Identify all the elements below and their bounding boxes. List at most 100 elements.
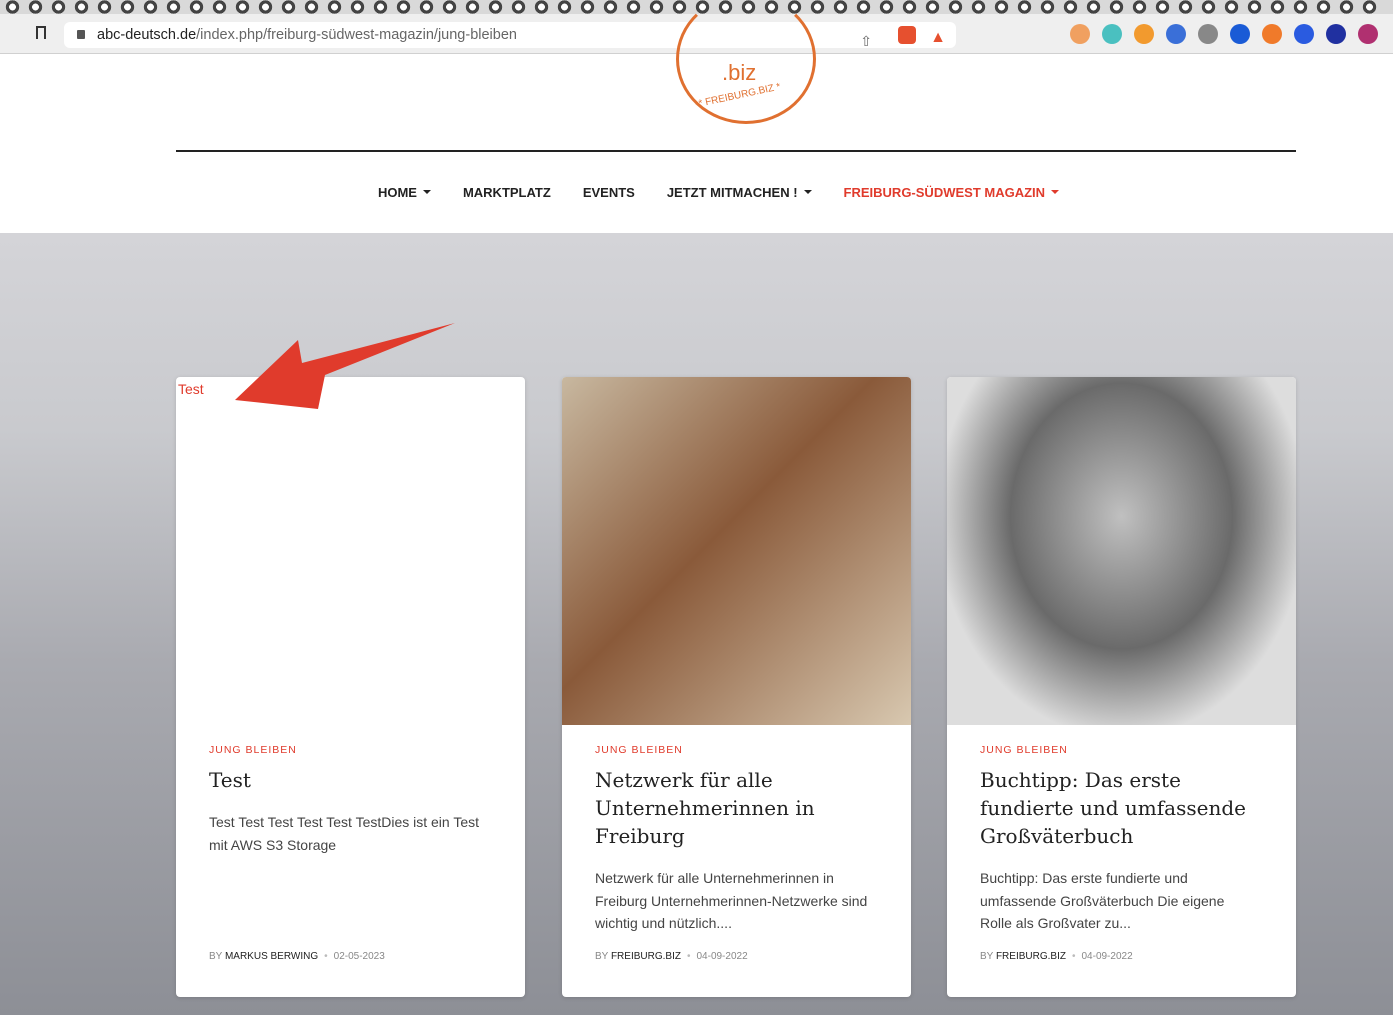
article-title[interactable]: Buchtipp: Das erste fundierte und umfass… xyxy=(980,766,1268,850)
bookmark-favicon-icon[interactable] xyxy=(303,0,320,14)
article-category[interactable]: JUNG BLEIBEN xyxy=(595,744,683,756)
article-title[interactable]: Test xyxy=(209,766,497,794)
metamask-icon[interactable] xyxy=(1070,24,1090,44)
author[interactable]: FREIBURG.BIZ xyxy=(611,951,681,962)
bookmark-favicon-icon[interactable] xyxy=(1131,0,1148,14)
bookmark-favicon-icon[interactable] xyxy=(73,0,90,14)
bookmark-favicon-icon[interactable] xyxy=(119,0,136,14)
extension-icon[interactable] xyxy=(1134,24,1154,44)
bookmark-favicon-icon[interactable] xyxy=(510,0,527,14)
bookmark-favicon-icon[interactable] xyxy=(441,0,458,14)
bookmark-favicon-icon[interactable] xyxy=(4,0,21,14)
bookmark-favicon-icon[interactable] xyxy=(579,0,596,14)
password-manager-icon[interactable] xyxy=(1230,24,1250,44)
bookmark-favicon-icon[interactable] xyxy=(487,0,504,14)
article-category[interactable]: JUNG BLEIBEN xyxy=(980,744,1068,756)
brave-shield-icon[interactable] xyxy=(898,26,916,44)
nav-events[interactable]: EVENTS xyxy=(583,185,635,200)
bookmark-favicon-icon[interactable] xyxy=(1269,0,1286,14)
bookmark-favicon-icon[interactable] xyxy=(1200,0,1217,14)
bookmark-favicon-icon[interactable] xyxy=(809,0,826,14)
bookmark-favicon-icon[interactable] xyxy=(1108,0,1125,14)
article-meta: BY FREIBURG.BIZ • 04-09-2022 xyxy=(980,951,1133,962)
broken-image[interactable]: Test xyxy=(176,377,525,725)
article-image[interactable] xyxy=(947,377,1296,725)
article-category[interactable]: JUNG BLEIBEN xyxy=(209,744,297,756)
bookmark-favicon-icon[interactable] xyxy=(855,0,872,14)
bookmark-favicon-icon[interactable] xyxy=(533,0,550,14)
extension-icon[interactable] xyxy=(1166,24,1186,44)
bookmark-favicon-icon[interactable] xyxy=(1039,0,1056,14)
bookmark-favicon-icon[interactable] xyxy=(257,0,274,14)
bookmark-favicon-icon[interactable] xyxy=(602,0,619,14)
share-icon[interactable]: ⇧ xyxy=(860,28,872,54)
bookmark-favicon-icon[interactable] xyxy=(1315,0,1332,14)
bookmark-favicon-icon[interactable] xyxy=(280,0,297,14)
extension-icon[interactable] xyxy=(1358,24,1378,44)
bookmark-favicon-icon[interactable] xyxy=(27,0,44,14)
annotation-arrow-icon xyxy=(235,323,455,409)
bookmark-favicon-icon[interactable] xyxy=(924,0,941,14)
bookmark-favicon-icon[interactable] xyxy=(648,0,665,14)
address-bar[interactable]: abc-deutsch.de/index.php/freiburg-südwes… xyxy=(64,22,956,51)
bookmark-icon[interactable] xyxy=(36,26,46,39)
bookmark-favicon-icon[interactable] xyxy=(993,0,1010,14)
lock-icon xyxy=(77,30,85,39)
bookmark-favicon-icon[interactable] xyxy=(832,0,849,14)
article-card[interactable]: JUNG BLEIBEN Netzwerk für alle Unternehm… xyxy=(562,377,911,997)
article-image[interactable] xyxy=(562,377,911,725)
article-excerpt: Buchtipp: Das erste fundierte und umfass… xyxy=(980,870,1225,931)
bookmark-favicon-icon[interactable] xyxy=(395,0,412,14)
bookmark-favicon-icon[interactable] xyxy=(1223,0,1240,14)
bookmark-favicon-icon[interactable] xyxy=(165,0,182,14)
date: 04-09-2022 xyxy=(1081,951,1133,962)
nav-home[interactable]: HOME xyxy=(378,185,431,200)
bookmark-favicon-icon[interactable] xyxy=(556,0,573,14)
bat-rewards-icon[interactable]: ▲ xyxy=(930,25,946,51)
article-title[interactable]: Netzwerk für alle Unternehmerinnen in Fr… xyxy=(595,766,883,850)
bookmark-favicon-icon[interactable] xyxy=(418,0,435,14)
bookmark-favicon-icon[interactable] xyxy=(464,0,481,14)
bookmark-favicon-icon[interactable] xyxy=(1062,0,1079,14)
author[interactable]: MARKUS BERWING xyxy=(225,951,318,962)
caret-down-icon xyxy=(422,190,431,198)
article-card[interactable]: Test JUNG BLEIBEN Test Test Test Test Te… xyxy=(176,377,525,997)
nav-jetzt-mitmachen[interactable]: JETZT MITMACHEN ! xyxy=(667,185,812,200)
bookmark-favicon-icon[interactable] xyxy=(1338,0,1355,14)
extension-icon[interactable] xyxy=(1294,24,1314,44)
author[interactable]: FREIBURG.BIZ xyxy=(996,951,1066,962)
bookmark-favicon-icon[interactable] xyxy=(1016,0,1033,14)
bookmark-favicon-icon[interactable] xyxy=(970,0,987,14)
bookmark-favicon-icon[interactable] xyxy=(1292,0,1309,14)
bookmark-favicon-icon[interactable] xyxy=(878,0,895,14)
bookmark-favicon-icon[interactable] xyxy=(1085,0,1102,14)
bookmark-favicon-icon[interactable] xyxy=(188,0,205,14)
bookmark-favicon-icon[interactable] xyxy=(326,0,343,14)
bookmark-favicon-icon[interactable] xyxy=(349,0,366,14)
bookmark-favicon-icon[interactable] xyxy=(372,0,389,14)
bookmark-favicon-icon[interactable] xyxy=(1177,0,1194,14)
bookmark-favicon-icon[interactable] xyxy=(1154,0,1171,14)
extension-icon[interactable] xyxy=(1326,24,1346,44)
site-logo[interactable]: .biz * FREIBURG.BIZ * xyxy=(668,0,828,128)
sync-icon[interactable] xyxy=(1102,24,1122,44)
bookmark-favicon-icon[interactable] xyxy=(142,0,159,14)
bookmark-favicon-icon[interactable] xyxy=(671,0,688,14)
bookmark-favicon-icon[interactable] xyxy=(1246,0,1263,14)
bookmark-favicon-icon[interactable] xyxy=(625,0,642,14)
extensions xyxy=(1070,24,1378,44)
extension-icon[interactable] xyxy=(1198,24,1218,44)
extension-icon[interactable] xyxy=(1262,24,1282,44)
bookmark-favicon-icon[interactable] xyxy=(947,0,964,14)
bookmark-favicon-icon[interactable] xyxy=(50,0,67,14)
main-nav: HOME MARKTPLATZ EVENTS JETZT MITMACHEN !… xyxy=(0,185,1393,200)
bookmark-favicon-icon[interactable] xyxy=(1361,0,1378,14)
bookmark-favicon-icon[interactable] xyxy=(211,0,228,14)
article-meta: BY FREIBURG.BIZ • 04-09-2022 xyxy=(595,951,748,962)
article-card[interactable]: JUNG BLEIBEN Buchtipp: Das erste fundier… xyxy=(947,377,1296,997)
bookmark-favicon-icon[interactable] xyxy=(901,0,918,14)
nav-magazin[interactable]: FREIBURG-SÜDWEST MAGAZIN xyxy=(844,185,1060,200)
nav-marktplatz[interactable]: MARKTPLATZ xyxy=(463,185,551,200)
bookmark-favicon-icon[interactable] xyxy=(96,0,113,14)
bookmark-favicon-icon[interactable] xyxy=(234,0,251,14)
